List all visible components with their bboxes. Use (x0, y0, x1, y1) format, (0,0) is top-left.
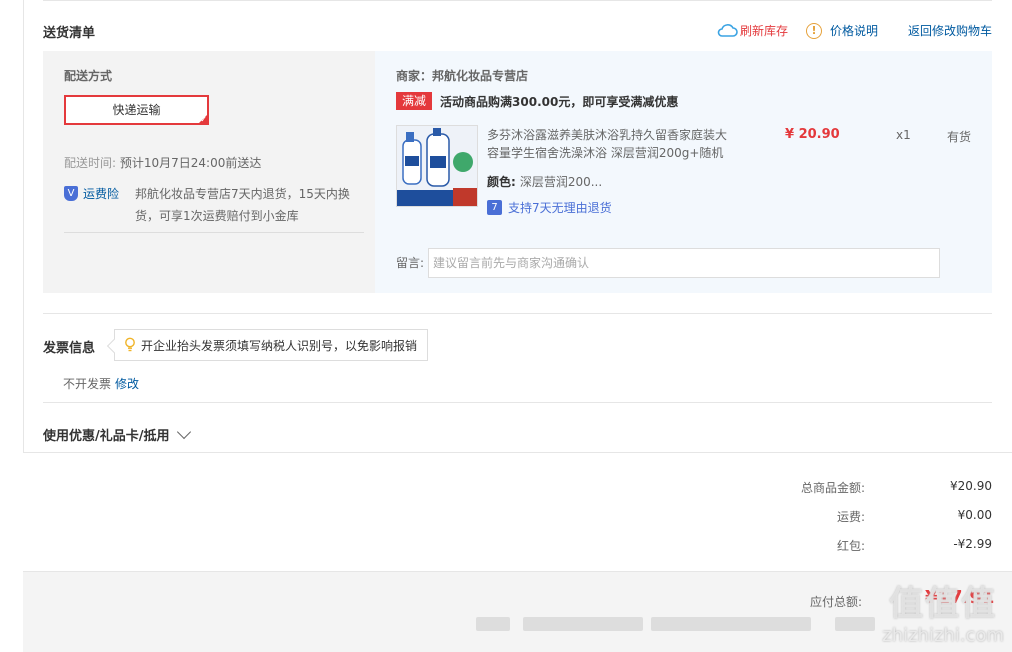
price-note-link[interactable]: ! 价格说明 (805, 22, 878, 39)
product-price: ¥ 20.90 (785, 127, 840, 142)
product-image-icon (397, 126, 477, 206)
product-color: 颜色: 深层营润200... (487, 173, 602, 190)
blurred-address (651, 617, 811, 631)
memo-label: 留言: (396, 256, 425, 270)
summary-goods-value: ¥20.90 (950, 479, 992, 493)
refresh-stock-link[interactable]: 刷新库存 (716, 22, 788, 39)
delivery-actions: 刷新库存 ! 价格说明 返回修改购物车 (716, 22, 992, 39)
price-note-label: 价格说明 (829, 24, 878, 38)
cloud-refresh-icon (717, 23, 738, 37)
insurance-link[interactable]: 运费险 (83, 183, 135, 227)
express-shipping-option[interactable]: 快递运输 ✓ (64, 95, 209, 125)
check-icon: ✓ (200, 115, 207, 124)
coupon-toggle[interactable]: 使用优惠/礼品卡/抵用 (43, 424, 191, 444)
watermark: 值值值 zhizhizhi.com (882, 576, 1004, 646)
summary-redpacket-value: -¥2.99 (953, 537, 992, 551)
return-policy-text: 支持7天无理由退货 (508, 201, 612, 215)
product-thumbnail[interactable] (396, 125, 478, 207)
invoice-value-text: 不开发票 (63, 377, 112, 391)
invoice-title: 发票信息 (43, 341, 96, 356)
summary-shipping-label: 运费: (836, 510, 865, 524)
invoice-edit-link[interactable]: 修改 (115, 377, 139, 391)
blurred-address (476, 617, 510, 631)
summary-goods: 总商品金额: ¥20.90 (700, 479, 992, 496)
summary-shipping: 运费: ¥0.00 (700, 508, 992, 525)
section-divider (43, 402, 992, 403)
shipping-divider (64, 232, 364, 233)
invoice-tip-text: 开企业抬头发票须填写纳税人识别号，以免影响报销 (141, 338, 418, 353)
express-shipping-label: 快递运输 (112, 103, 161, 117)
product-stock: 有货 (947, 130, 972, 144)
product-name[interactable]: 多芬沐浴露滋养美肤沐浴乳持久留香家庭装大容量学生宿舍洗澡沐浴 深层营润200g+… (487, 126, 737, 162)
refresh-stock-label: 刷新库存 (739, 24, 788, 38)
chevron-down-icon (176, 424, 191, 440)
shop-name: 商家：邦航化妆品专营店 (396, 69, 529, 83)
shipping-panel: 配送方式 快递运输 ✓ 配送时间: 预计10月7日24:00前送达 V 运费险 … (43, 51, 375, 293)
summary-shipping-value: ¥0.00 (957, 508, 992, 522)
payable-label: 应付总额: (810, 595, 863, 609)
lightbulb-icon (125, 337, 135, 352)
invoice-value: 不开发票 修改 (63, 375, 139, 392)
invoice-tip: 开企业抬头发票须填写纳税人识别号，以免影响报销 (106, 329, 429, 361)
summary-redpacket-label: 红包: (836, 539, 865, 553)
back-to-cart-link[interactable]: 返回修改购物车 (908, 22, 992, 39)
memo-input[interactable] (428, 248, 940, 278)
product-quantity: x1 (896, 128, 911, 142)
warning-icon: ! (805, 22, 822, 39)
product-color-label: 颜色: (487, 175, 516, 189)
shipping-method-label: 配送方式 (64, 69, 113, 83)
return-7day-icon: 7 (487, 200, 502, 215)
return-policy: 7 支持7天无理由退货 (487, 199, 612, 216)
delivery-title: 送货清单 (43, 26, 96, 41)
top-divider (43, 0, 992, 1)
watermark-logo: 值值值 (889, 584, 998, 624)
delivery-time-value: 预计10月7日24:00前送达 (119, 156, 262, 170)
delivery-time: 配送时间: 预计10月7日24:00前送达 (64, 154, 261, 171)
summary-goods-label: 总商品金额: (800, 481, 865, 495)
shipping-insurance: V 运费险 邦航化妆品专营店7天内退货，15天内换货，可享1次运费赔付到小金库 (64, 183, 360, 227)
order-panel: 商家：邦航化妆品专营店 满减 活动商品购满300.00元，即可享受满减优惠 多芬… (375, 51, 992, 293)
checkout-bar: 应付总额: ¥17.91 (23, 571, 1012, 652)
product-color-value: 深层营润200... (519, 175, 603, 189)
blurred-address (523, 617, 643, 631)
promo-tag: 满减 (396, 92, 433, 110)
summary-redpacket: 红包: -¥2.99 (700, 537, 992, 554)
promo-text: 活动商品购满300.00元，即可享受满减优惠 (440, 94, 679, 109)
watermark-url: zhizhizhi.com (882, 625, 1004, 646)
blurred-address (835, 617, 875, 631)
insurance-desc: 邦航化妆品专营店7天内退货，15天内换货，可享1次运费赔付到小金库 (135, 187, 350, 223)
delivery-time-label: 配送时间: (64, 156, 117, 170)
coupon-title: 使用优惠/礼品卡/抵用 (43, 429, 170, 444)
promotion: 满减 活动商品购满300.00元，即可享受满减优惠 (396, 92, 678, 110)
section-divider (43, 313, 992, 314)
shield-icon: V (64, 186, 78, 201)
